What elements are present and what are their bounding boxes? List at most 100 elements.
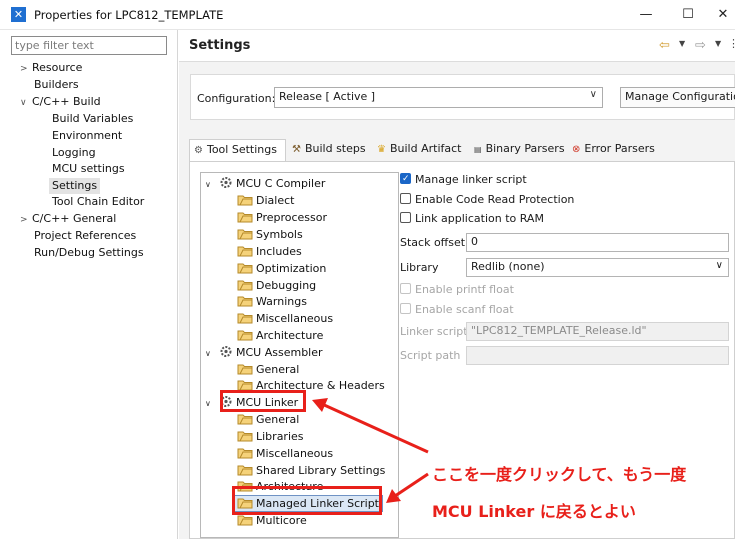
enable-crp-checkbox[interactable]: Enable Code Read Protection [400,192,574,208]
configuration-select[interactable]: Release [ Active ] ∨ [274,87,603,108]
tree-item-debugging[interactable]: Debugging [237,278,316,294]
nav-item-environment[interactable]: Environment [52,128,122,144]
settings-tabs: ⚙ Tool Settings ⚒ Build steps ♛ Build Artif… [189,139,735,161]
nav-item-build-variables[interactable]: Build Variables [52,111,133,127]
option-folder-icon [237,330,253,341]
tree-item-label: Shared Library Settings [256,464,386,477]
page-title: Settings [189,38,251,53]
library-label: Library [400,261,439,274]
tab-tool-settings[interactable]: ⚙ Tool Settings [189,139,286,161]
tree-item-label: Architecture [256,329,324,342]
trophy-icon: ♛ [377,144,386,155]
tree-item-multicore[interactable]: Multicore [237,513,307,529]
chevron-right-icon[interactable]: > [20,61,32,77]
tree-item-mcu-assembler[interactable]: ∨ MCU Assembler [205,345,323,361]
nav-item-cpp-build[interactable]: ∨ C/C++ Build [20,94,101,110]
chevron-down-icon: ∨ [589,89,597,100]
stack-offset-input[interactable]: 0 [466,233,729,252]
chevron-down-icon[interactable]: ∨ [205,177,219,193]
nav-item-settings[interactable]: Settings [49,178,101,194]
filter-input[interactable] [11,36,167,55]
tree-item-preprocessor[interactable]: Preprocessor [237,210,327,226]
option-folder-icon [237,195,253,206]
nav-item-label: MCU settings [52,162,125,175]
forward-arrow-icon[interactable]: ⇨ [695,38,706,53]
minimize-icon[interactable]: — [637,6,655,24]
chevron-right-icon[interactable]: > [20,212,32,228]
binary-icon: ▤ [474,145,482,154]
more-menu-icon[interactable]: ⋮ [728,37,735,50]
forward-dropdown-icon[interactable]: ▼ [715,39,721,48]
tab-build-steps[interactable]: ⚒ Build steps [288,139,370,161]
manage-linker-script-checkbox[interactable]: Manage linker script [400,171,527,188]
link-to-ram-checkbox[interactable]: Link application to RAM [400,211,544,227]
nav-item-project-references[interactable]: Project References [34,228,136,244]
annotation-text-line1: ここを一度クリックして、もう一度 [429,461,690,485]
nav-item-cpp-general[interactable]: > C/C++ General [20,211,116,227]
back-dropdown-icon[interactable]: ▼ [679,39,685,48]
tab-label: Build steps [304,142,366,155]
manage-configurations-button[interactable]: Manage Configurations... [620,87,735,108]
nav-item-run-debug-settings[interactable]: Run/Debug Settings [34,245,144,261]
tree-item-symbols[interactable]: Symbols [237,227,303,243]
checkbox[interactable] [400,283,411,294]
tree-item-warnings[interactable]: Warnings [237,294,307,310]
tree-item-includes[interactable]: Includes [237,244,302,260]
tree-item-miscellaneous[interactable]: Miscellaneous [237,446,333,462]
enable-scanf-float-checkbox[interactable]: Enable scanf float [400,302,514,318]
nav-item-mcu-settings[interactable]: MCU settings [52,161,125,177]
tab-label: Binary Parsers [485,142,565,155]
tab-build-artifact[interactable]: ♛ Build Artifact [373,139,465,161]
tree-item-label: Debugging [256,279,317,292]
checkbox-label: Enable printf float [415,283,514,296]
maximize-icon[interactable]: ☐ [679,6,697,24]
nav-item-label: Resource [32,61,83,74]
tab-label: Error Parsers [584,142,655,155]
tab-error-parsers[interactable]: ⊗ Error Parsers [568,139,659,161]
option-folder-icon [237,246,253,257]
nav-item-resource[interactable]: > Resource [20,60,82,76]
checkbox[interactable] [400,212,411,223]
nav-item-logging[interactable]: Logging [52,145,96,161]
nav-item-builders[interactable]: Builders [34,77,79,93]
configuration-panel: Configuration: Release [ Active ] ∨ Mana… [190,74,735,120]
tree-item-label: Miscellaneous [256,312,334,325]
checkbox-checked[interactable] [400,171,411,187]
tab-binary-parsers[interactable]: ▤ Binary Parsers [470,139,569,161]
chevron-down-icon[interactable]: ∨ [205,396,219,412]
linker-script-input[interactable]: "LPC812_TEMPLATE_Release.ld" [466,322,729,341]
option-folder-icon [237,229,253,240]
close-icon[interactable]: ✕ [714,6,732,24]
tree-item-general[interactable]: General [237,362,299,378]
gear-icon: ⚙ [194,145,203,156]
tab-label: Build Artifact [389,142,462,155]
property-nav-pane: >Resource Builders ∨C/C++ Build Build Va… [0,30,178,539]
nav-item-label: Build Variables [52,112,134,125]
tree-item-label: Symbols [256,228,303,241]
option-folder-icon [237,448,253,459]
tree-item-label: Multicore [256,514,307,527]
tree-item-general[interactable]: General [237,412,299,428]
tree-item-mcu-c-compiler[interactable]: ∨ MCU C Compiler [205,176,325,192]
eclipse-x-icon: ✕ [11,7,26,22]
checkbox[interactable] [400,193,411,204]
nav-item-label: Builders [34,78,79,91]
tree-item-architecture[interactable]: Architecture [237,328,323,344]
tree-item-libraries[interactable]: Libraries [237,429,304,445]
chevron-down-icon[interactable]: ∨ [20,95,32,111]
tree-item-miscellaneous[interactable]: Miscellaneous [237,311,333,327]
back-arrow-icon[interactable]: ⇦ [659,38,670,53]
script-path-input[interactable] [466,346,729,365]
configuration-label: Configuration: [197,92,276,105]
chevron-down-icon[interactable]: ∨ [205,346,219,362]
tree-item-dialect[interactable]: Dialect [237,193,294,209]
tree-item-optimization[interactable]: Optimization [237,261,326,277]
tree-item-label: Includes [256,245,302,258]
library-select[interactable]: Redlib (none) ∨ [466,258,729,277]
tree-item-shared-library-settings[interactable]: Shared Library Settings [237,463,385,479]
nav-item-tool-chain-editor[interactable]: Tool Chain Editor [52,194,144,210]
checkbox[interactable] [400,303,411,314]
checkbox-label: Link application to RAM [415,212,544,225]
enable-printf-float-checkbox[interactable]: Enable printf float [400,282,514,298]
gear-icon [220,177,232,188]
